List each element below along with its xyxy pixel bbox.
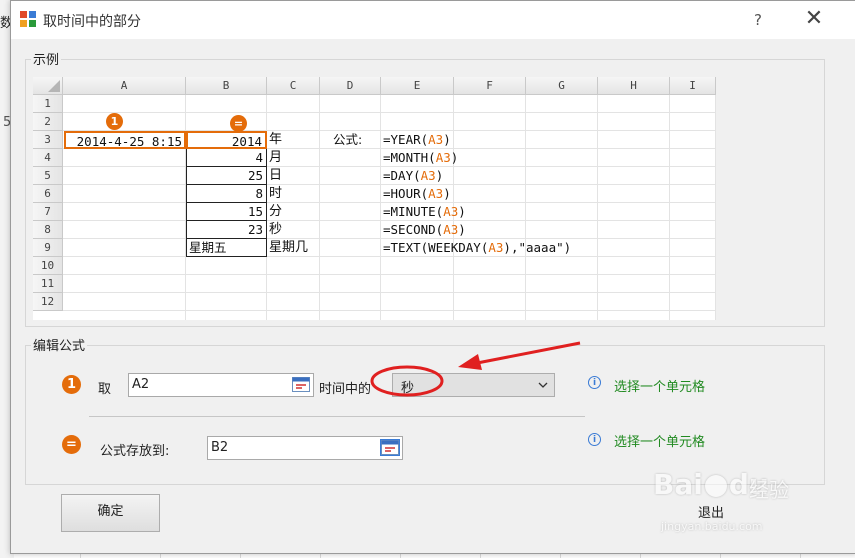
baidu-watermark: Bai du 经验 jingyan.baidu.com [653,468,803,538]
annotation-circle [370,365,444,397]
watermark-paw-icon [704,475,727,497]
watermark-cn: 经验 [749,478,789,502]
annotation-arrow-shaft [471,341,581,366]
watermark-url: jingyan.baidu.com [661,520,763,533]
annotation-arrow-head [458,354,482,370]
